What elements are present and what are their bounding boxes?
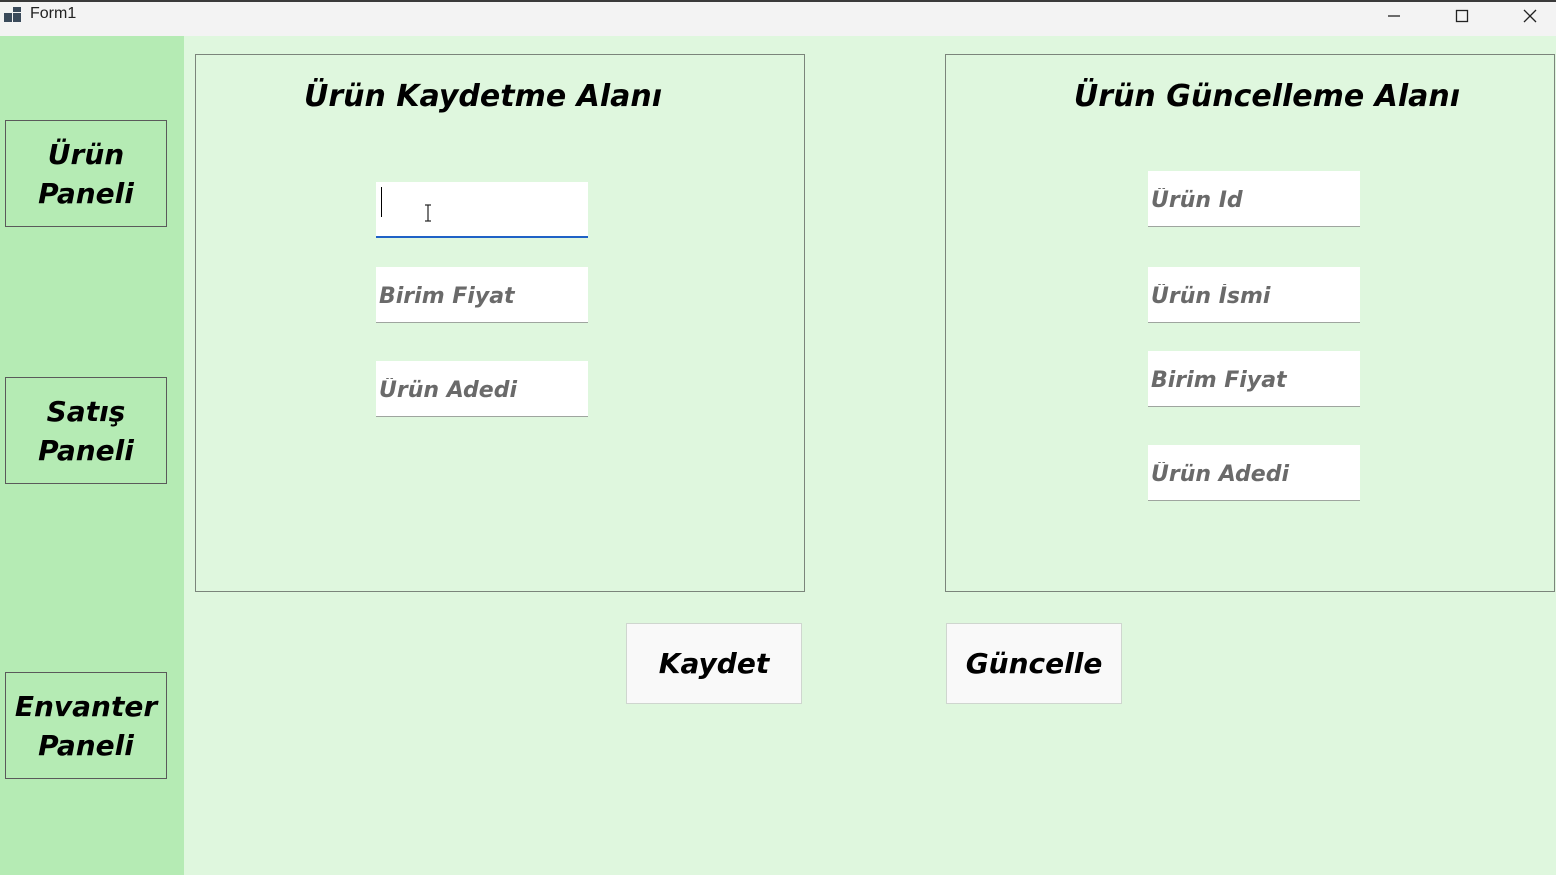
maximize-button[interactable] xyxy=(1434,2,1490,32)
update-unit-price-input[interactable] xyxy=(1148,351,1360,406)
save-quantity-input[interactable] xyxy=(376,361,588,416)
save-unit-price-input[interactable] xyxy=(376,267,588,322)
save-quantity-field[interactable] xyxy=(376,361,588,417)
update-group-box: Ürün Güncelleme Alanı xyxy=(945,54,1555,592)
app-window-icon xyxy=(4,7,22,23)
save-unit-price-field[interactable] xyxy=(376,267,588,323)
update-unit-price-field[interactable] xyxy=(1148,351,1360,407)
update-product-name-input[interactable] xyxy=(1148,267,1360,322)
save-group-box: Ürün Kaydetme Alanı xyxy=(195,54,805,592)
minimize-icon xyxy=(1388,15,1400,17)
update-product-id-input[interactable] xyxy=(1148,171,1360,226)
update-area-title: Ürün Güncelleme Alanı xyxy=(1073,79,1461,114)
satis-paneli-button[interactable]: Satış Paneli xyxy=(5,377,167,484)
text-caret xyxy=(381,187,382,217)
close-button[interactable] xyxy=(1502,2,1556,32)
sidebar: Ürün Paneli Satış Paneli Envanter Paneli xyxy=(0,36,184,875)
ibeam-cursor-icon xyxy=(424,204,432,226)
maximize-icon xyxy=(1455,9,1469,23)
envanter-paneli-button[interactable]: Envanter Paneli xyxy=(5,672,167,779)
minimize-button[interactable] xyxy=(1366,2,1422,32)
window-title: Form1 xyxy=(30,5,77,22)
save-area-title: Ürün Kaydetme Alanı xyxy=(303,79,663,114)
product-name-field[interactable] xyxy=(376,182,588,238)
update-product-name-field[interactable] xyxy=(1148,267,1360,323)
update-quantity-field[interactable] xyxy=(1148,445,1360,501)
product-name-input[interactable] xyxy=(376,182,588,236)
update-quantity-input[interactable] xyxy=(1148,445,1360,500)
urun-paneli-button[interactable]: Ürün Paneli xyxy=(5,120,167,227)
title-bar: Form1 xyxy=(0,0,1556,36)
update-product-id-field[interactable] xyxy=(1148,171,1360,227)
close-icon xyxy=(1523,9,1537,23)
save-button[interactable]: Kaydet xyxy=(626,623,802,704)
update-button[interactable]: Güncelle xyxy=(946,623,1122,704)
